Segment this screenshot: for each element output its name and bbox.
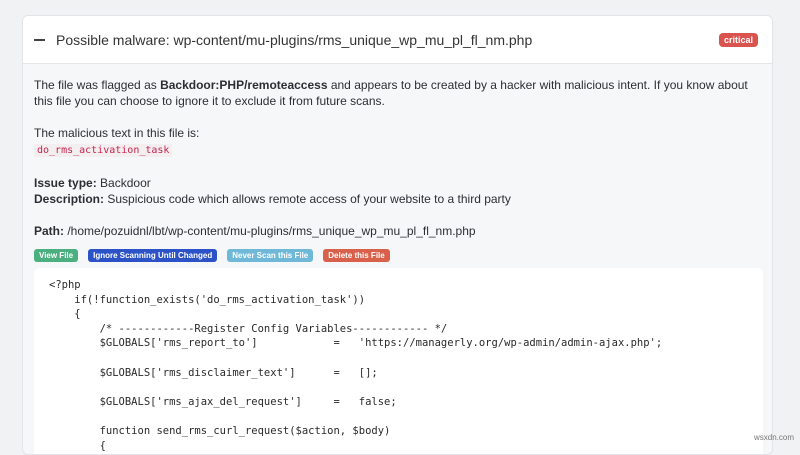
threat-name: Backdoor:PHP/remoteaccess (160, 78, 328, 92)
severity-badge: critical (718, 32, 758, 47)
view-file-button[interactable]: View File (34, 249, 79, 262)
issue-title: Possible malware: wp-content/mu-plugins/… (56, 31, 533, 48)
watermark: wsxdn.com (753, 433, 794, 442)
issue-body: The file was flagged as Backdoor:PHP/rem… (23, 64, 772, 275)
never-scan-button[interactable]: Never Scan this File (227, 249, 314, 262)
intro-text: The file was flagged as Backdoor:PHP/rem… (34, 77, 761, 109)
description-value: Suspicious code which allows remote acce… (104, 192, 511, 206)
ignore-until-changed-button[interactable]: Ignore Scanning Until Changed (88, 249, 218, 262)
path-value: /home/pozuidnl/lbt/wp-content/mu-plugins… (64, 224, 476, 238)
issue-type-label: Issue type: (34, 176, 97, 190)
malware-issue-card: Possible malware: wp-content/mu-plugins/… (22, 15, 773, 455)
issue-type-value: Backdoor (96, 176, 151, 190)
description-label: Description: (34, 192, 105, 206)
path-label: Path: (34, 224, 64, 238)
malicious-text: do_rms_activation_task (34, 144, 173, 157)
delete-file-button[interactable]: Delete this File (323, 249, 390, 262)
collapse-icon[interactable] (34, 38, 45, 41)
intro-pre: The file was flagged as (34, 78, 161, 92)
code-viewer: <?php if(!function_exists('do_rms_activa… (34, 268, 763, 454)
issue-header[interactable]: Possible malware: wp-content/mu-plugins/… (23, 16, 772, 64)
action-buttons: View File Ignore Scanning Until Changed … (34, 249, 761, 262)
malicious-label: The malicious text in this file is: (34, 126, 200, 140)
